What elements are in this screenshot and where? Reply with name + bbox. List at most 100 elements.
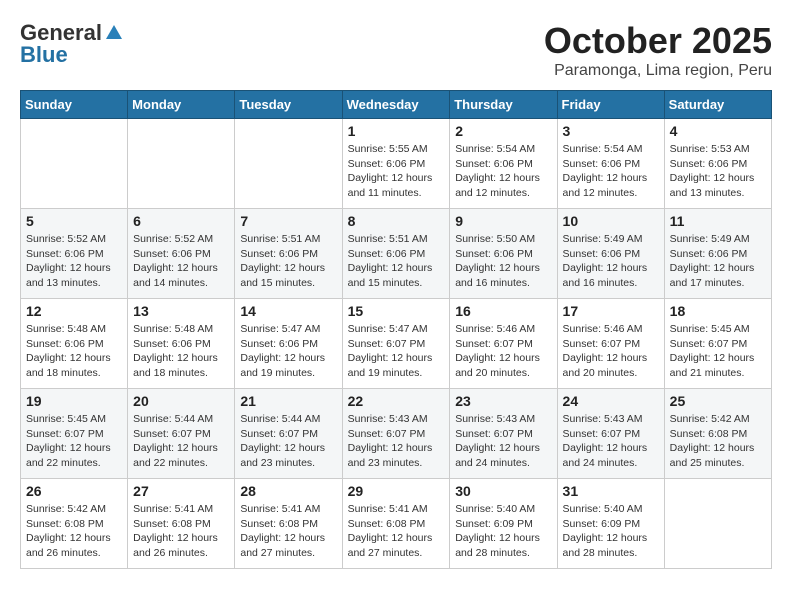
calendar-cell: 22 Sunrise: 5:43 AM Sunset: 6:07 PM Dayli…: [342, 389, 450, 479]
day-number: 17: [563, 303, 659, 319]
day-number: 13: [133, 303, 229, 319]
day-info: Sunrise: 5:43 AM Sunset: 6:07 PM Dayligh…: [348, 412, 445, 471]
calendar-cell: 21 Sunrise: 5:44 AM Sunset: 6:07 PM Dayli…: [235, 389, 342, 479]
day-number: 24: [563, 393, 659, 409]
day-info: Sunrise: 5:42 AM Sunset: 6:08 PM Dayligh…: [670, 412, 766, 471]
calendar-cell: [21, 119, 128, 209]
day-info: Sunrise: 5:52 AM Sunset: 6:06 PM Dayligh…: [26, 232, 122, 291]
calendar-cell: 26 Sunrise: 5:42 AM Sunset: 6:08 PM Dayli…: [21, 479, 128, 569]
calendar-cell: 19 Sunrise: 5:45 AM Sunset: 6:07 PM Dayli…: [21, 389, 128, 479]
day-info: Sunrise: 5:49 AM Sunset: 6:06 PM Dayligh…: [670, 232, 766, 291]
day-info: Sunrise: 5:47 AM Sunset: 6:06 PM Dayligh…: [240, 322, 336, 381]
calendar-cell: 29 Sunrise: 5:41 AM Sunset: 6:08 PM Dayli…: [342, 479, 450, 569]
day-number: 8: [348, 213, 445, 229]
calendar-cell: 7Sunrise: 5:51 AM Sunset: 6:06 PM Daylig…: [235, 209, 342, 299]
header-day-tuesday: Tuesday: [235, 91, 342, 119]
day-info: Sunrise: 5:55 AM Sunset: 6:06 PM Dayligh…: [348, 142, 445, 201]
day-info: Sunrise: 5:46 AM Sunset: 6:07 PM Dayligh…: [563, 322, 659, 381]
calendar-cell: [664, 479, 771, 569]
calendar-cell: 20 Sunrise: 5:44 AM Sunset: 6:07 PM Dayli…: [128, 389, 235, 479]
day-number: 28: [240, 483, 336, 499]
calendar-cell: 13 Sunrise: 5:48 AM Sunset: 6:06 PM Dayli…: [128, 299, 235, 389]
header-day-sunday: Sunday: [21, 91, 128, 119]
calendar-cell: [235, 119, 342, 209]
day-info: Sunrise: 5:40 AM Sunset: 6:09 PM Dayligh…: [563, 502, 659, 561]
day-number: 11: [670, 213, 766, 229]
header-day-saturday: Saturday: [664, 91, 771, 119]
calendar-cell: 30Sunrise: 5:40 AM Sunset: 6:09 PM Dayli…: [450, 479, 557, 569]
day-info: Sunrise: 5:54 AM Sunset: 6:06 PM Dayligh…: [455, 142, 551, 201]
day-info: Sunrise: 5:48 AM Sunset: 6:06 PM Dayligh…: [133, 322, 229, 381]
day-number: 31: [563, 483, 659, 499]
day-number: 1: [348, 123, 445, 139]
day-number: 5: [26, 213, 122, 229]
calendar-cell: 14 Sunrise: 5:47 AM Sunset: 6:06 PM Dayli…: [235, 299, 342, 389]
day-info: Sunrise: 5:51 AM Sunset: 6:06 PM Dayligh…: [348, 232, 445, 291]
calendar-cell: 31 Sunrise: 5:40 AM Sunset: 6:09 PM Dayli…: [557, 479, 664, 569]
header-day-friday: Friday: [557, 91, 664, 119]
day-info: Sunrise: 5:49 AM Sunset: 6:06 PM Dayligh…: [563, 232, 659, 291]
location: Paramonga, Lima region, Peru: [544, 62, 772, 80]
calendar-cell: 8 Sunrise: 5:51 AM Sunset: 6:06 PM Daylig…: [342, 209, 450, 299]
day-number: 21: [240, 393, 336, 409]
calendar-cell: 17 Sunrise: 5:46 AM Sunset: 6:07 PM Dayli…: [557, 299, 664, 389]
logo: General Blue: [20, 20, 124, 68]
calendar-cell: 4Sunrise: 5:53 AM Sunset: 6:06 PM Daylig…: [664, 119, 771, 209]
day-number: 12: [26, 303, 122, 319]
day-info: Sunrise: 5:44 AM Sunset: 6:07 PM Dayligh…: [133, 412, 229, 471]
day-info: Sunrise: 5:41 AM Sunset: 6:08 PM Dayligh…: [348, 502, 445, 561]
calendar-header-row: SundayMondayTuesdayWednesdayThursdayFrid…: [21, 91, 772, 119]
day-number: 14: [240, 303, 336, 319]
day-number: 19: [26, 393, 122, 409]
day-info: Sunrise: 5:42 AM Sunset: 6:08 PM Dayligh…: [26, 502, 122, 561]
day-number: 10: [563, 213, 659, 229]
day-number: 4: [670, 123, 766, 139]
day-number: 25: [670, 393, 766, 409]
day-number: 7: [240, 213, 336, 229]
day-number: 18: [670, 303, 766, 319]
day-info: Sunrise: 5:52 AM Sunset: 6:06 PM Dayligh…: [133, 232, 229, 291]
calendar-cell: 1 Sunrise: 5:55 AM Sunset: 6:06 PM Daylig…: [342, 119, 450, 209]
day-info: Sunrise: 5:41 AM Sunset: 6:08 PM Dayligh…: [240, 502, 336, 561]
day-info: Sunrise: 5:50 AM Sunset: 6:06 PM Dayligh…: [455, 232, 551, 291]
calendar-cell: 27Sunrise: 5:41 AM Sunset: 6:08 PM Dayli…: [128, 479, 235, 569]
day-info: Sunrise: 5:54 AM Sunset: 6:06 PM Dayligh…: [563, 142, 659, 201]
calendar-table: SundayMondayTuesdayWednesdayThursdayFrid…: [20, 90, 772, 569]
calendar-cell: [128, 119, 235, 209]
calendar-cell: 10 Sunrise: 5:49 AM Sunset: 6:06 PM Dayli…: [557, 209, 664, 299]
header-day-thursday: Thursday: [450, 91, 557, 119]
calendar-body: 1 Sunrise: 5:55 AM Sunset: 6:06 PM Daylig…: [21, 119, 772, 569]
day-info: Sunrise: 5:45 AM Sunset: 6:07 PM Dayligh…: [670, 322, 766, 381]
day-number: 9: [455, 213, 551, 229]
day-number: 15: [348, 303, 445, 319]
day-number: 22: [348, 393, 445, 409]
day-number: 30: [455, 483, 551, 499]
day-info: Sunrise: 5:41 AM Sunset: 6:08 PM Dayligh…: [133, 502, 229, 561]
calendar-cell: 15 Sunrise: 5:47 AM Sunset: 6:07 PM Dayli…: [342, 299, 450, 389]
calendar-cell: 6 Sunrise: 5:52 AM Sunset: 6:06 PM Daylig…: [128, 209, 235, 299]
title-block: October 2025 Paramonga, Lima region, Per…: [544, 20, 772, 80]
logo-blue-text: Blue: [20, 42, 68, 68]
day-info: Sunrise: 5:47 AM Sunset: 6:07 PM Dayligh…: [348, 322, 445, 381]
calendar-week-5: 26 Sunrise: 5:42 AM Sunset: 6:08 PM Dayli…: [21, 479, 772, 569]
day-number: 20: [133, 393, 229, 409]
day-info: Sunrise: 5:43 AM Sunset: 6:07 PM Dayligh…: [455, 412, 551, 471]
day-info: Sunrise: 5:46 AM Sunset: 6:07 PM Dayligh…: [455, 322, 551, 381]
day-number: 2: [455, 123, 551, 139]
day-info: Sunrise: 5:44 AM Sunset: 6:07 PM Dayligh…: [240, 412, 336, 471]
logo-icon: [104, 23, 124, 43]
calendar-week-3: 12 Sunrise: 5:48 AM Sunset: 6:06 PM Dayli…: [21, 299, 772, 389]
month-title: October 2025: [544, 20, 772, 62]
day-number: 23: [455, 393, 551, 409]
calendar-week-2: 5 Sunrise: 5:52 AM Sunset: 6:06 PM Daylig…: [21, 209, 772, 299]
day-number: 6: [133, 213, 229, 229]
header-day-wednesday: Wednesday: [342, 91, 450, 119]
calendar-cell: 3Sunrise: 5:54 AM Sunset: 6:06 PM Daylig…: [557, 119, 664, 209]
day-number: 29: [348, 483, 445, 499]
calendar-cell: 12Sunrise: 5:48 AM Sunset: 6:06 PM Dayli…: [21, 299, 128, 389]
calendar-cell: 5 Sunrise: 5:52 AM Sunset: 6:06 PM Daylig…: [21, 209, 128, 299]
calendar-week-1: 1 Sunrise: 5:55 AM Sunset: 6:06 PM Daylig…: [21, 119, 772, 209]
day-info: Sunrise: 5:45 AM Sunset: 6:07 PM Dayligh…: [26, 412, 122, 471]
calendar-cell: 2 Sunrise: 5:54 AM Sunset: 6:06 PM Daylig…: [450, 119, 557, 209]
day-number: 26: [26, 483, 122, 499]
